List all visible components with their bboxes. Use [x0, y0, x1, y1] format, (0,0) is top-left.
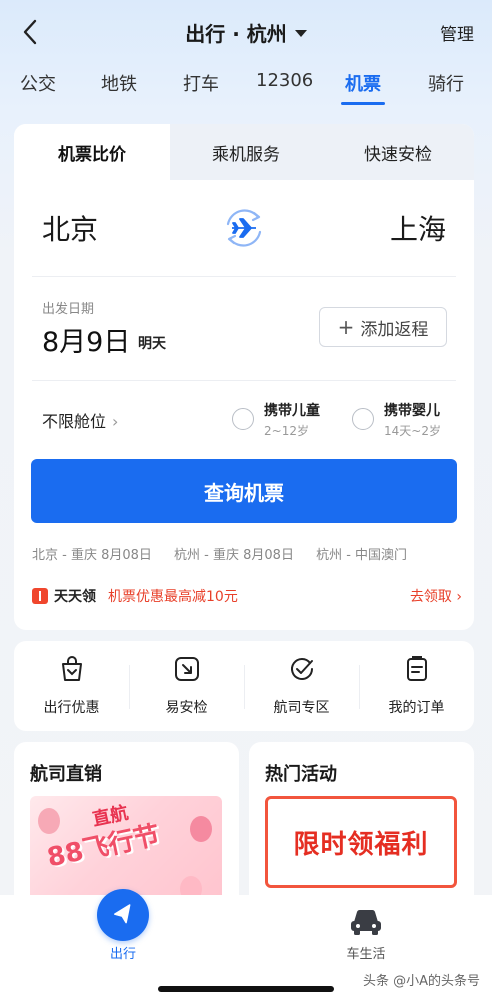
- promo-brand: 天天领: [54, 589, 96, 605]
- radio-button[interactable]: [352, 408, 374, 430]
- chevron-right-icon: ›: [112, 412, 119, 431]
- balloon-decoration: [38, 808, 60, 834]
- search-flights-button[interactable]: 查询机票: [31, 459, 457, 523]
- with-infant-age: 14天~2岁: [384, 424, 441, 438]
- with-child-label: 携带儿童: [264, 403, 320, 419]
- tab-flight-compare[interactable]: 机票比价: [14, 124, 170, 180]
- mode-tab-flight[interactable]: 机票: [341, 70, 385, 105]
- mode-tab-subway[interactable]: 地铁: [101, 70, 137, 96]
- manage-button[interactable]: 管理: [440, 20, 474, 45]
- gift-bag-icon: [61, 656, 82, 681]
- service-airline-zone[interactable]: 航司专区: [244, 653, 359, 717]
- coupon-icon: [32, 588, 48, 604]
- nav-travel-label: 出行: [109, 947, 136, 962]
- tab-boarding-service[interactable]: 乘机服务: [170, 124, 322, 180]
- mode-tab-cycling[interactable]: 骑行: [428, 70, 464, 96]
- radio-button[interactable]: [232, 408, 254, 430]
- service-my-orders[interactable]: 我的订单: [359, 653, 474, 717]
- header: 出行 · 杭州 管理: [0, 0, 492, 64]
- cabin-class-selector[interactable]: 不限舱位 ›: [42, 408, 118, 432]
- navigation-arrow-icon: [114, 904, 131, 924]
- nav-travel-button[interactable]: [97, 889, 149, 941]
- swap-cities-button[interactable]: [220, 204, 268, 252]
- cabin-class-label: 不限舱位: [42, 412, 107, 431]
- caret-down-icon: [294, 30, 307, 37]
- nav-car-life-button[interactable]: [348, 907, 384, 937]
- banner-headline: 限时领福利: [293, 829, 429, 860]
- plus-icon: +: [337, 315, 355, 339]
- search-history: 北京 - 重庆 8月08日 杭州 - 重庆 8月08日 杭州 - 中国澳门: [32, 544, 462, 564]
- limited-benefits-banner[interactable]: 限时领福利: [265, 796, 457, 888]
- departure-date[interactable]: 8月9日: [42, 320, 130, 359]
- add-return-button[interactable]: + 添加返程: [319, 307, 447, 347]
- date-label: 出发日期: [42, 302, 95, 317]
- watermark-text: 头条 @小A的头条号: [362, 974, 480, 989]
- mode-tabs: 公交 地铁 打车 12306 机票 骑行: [0, 70, 492, 110]
- card-title: 热门活动: [265, 764, 337, 785]
- mode-tab-bus[interactable]: 公交: [20, 70, 56, 96]
- plane-swap-icon: [226, 209, 262, 247]
- active-tab-underline: [341, 102, 385, 105]
- history-item[interactable]: 杭州 - 中国澳门: [316, 548, 407, 563]
- car-icon: [351, 909, 381, 935]
- add-return-label: 添加返程: [360, 319, 429, 340]
- divider: [32, 380, 456, 381]
- with-infant-label: 携带婴儿: [384, 403, 440, 419]
- promo-text: 机票优惠最高减10元: [108, 589, 238, 605]
- city-selector[interactable]: 出行 · 杭州: [0, 18, 492, 47]
- services-grid: 出行优惠 易安检 航司专区 我的订单: [14, 641, 474, 731]
- card-title: 航司直销: [30, 764, 102, 785]
- divider: [32, 276, 456, 277]
- with-child-age: 2~12岁: [264, 424, 309, 438]
- mode-tab-label: 公交: [20, 74, 56, 95]
- flight-tabs: 乘机服务 快速安检 机票比价: [14, 124, 474, 180]
- service-easy-security[interactable]: 易安检: [129, 653, 244, 717]
- service-label: 航司专区: [273, 700, 330, 716]
- departure-city[interactable]: 北京: [42, 208, 98, 248]
- nav-car-life-label: 车生活: [346, 947, 386, 962]
- claim-link[interactable]: 去领取 ›: [410, 586, 462, 606]
- home-indicator[interactable]: [158, 986, 334, 992]
- mode-tab-label: 地铁: [101, 74, 137, 95]
- security-check-icon: [174, 657, 199, 681]
- mode-tab-12306[interactable]: 12306: [256, 70, 313, 91]
- arrival-city[interactable]: 上海: [390, 208, 446, 248]
- service-label: 出行优惠: [43, 700, 100, 716]
- service-label: 易安检: [165, 700, 208, 716]
- mode-tab-taxi[interactable]: 打车: [183, 70, 219, 96]
- history-item[interactable]: 杭州 - 重庆 8月08日: [174, 548, 294, 563]
- mode-tab-label: 12306: [256, 70, 314, 91]
- mode-tab-label: 机票: [345, 74, 381, 95]
- coupon-promo-row[interactable]: 天天领 机票优惠最高减10元 去领取 ›: [32, 586, 462, 608]
- balloon-decoration: [190, 816, 212, 842]
- airline-badge-icon: [290, 658, 313, 680]
- date-relative-label: 明天: [138, 336, 166, 352]
- mode-tab-label: 骑行: [428, 74, 464, 95]
- bottom-nav: 出行 车生活 头条 @小A的头条号: [0, 889, 492, 1004]
- service-label: 我的订单: [388, 700, 445, 716]
- order-list-icon: [406, 656, 427, 681]
- page-title: 出行 · 杭州: [185, 22, 287, 46]
- mode-tab-label: 打车: [183, 74, 219, 95]
- history-item[interactable]: 北京 - 重庆 8月08日: [32, 548, 152, 563]
- tab-fast-security[interactable]: 快速安检: [322, 124, 474, 180]
- flight-search-card: 乘机服务 快速安检 机票比价 北京 上海 出发日期 8月9日 明天 + 添加返程 …: [14, 124, 474, 630]
- service-travel-deals[interactable]: 出行优惠: [14, 653, 129, 717]
- route-row: 北京 上海: [14, 204, 474, 254]
